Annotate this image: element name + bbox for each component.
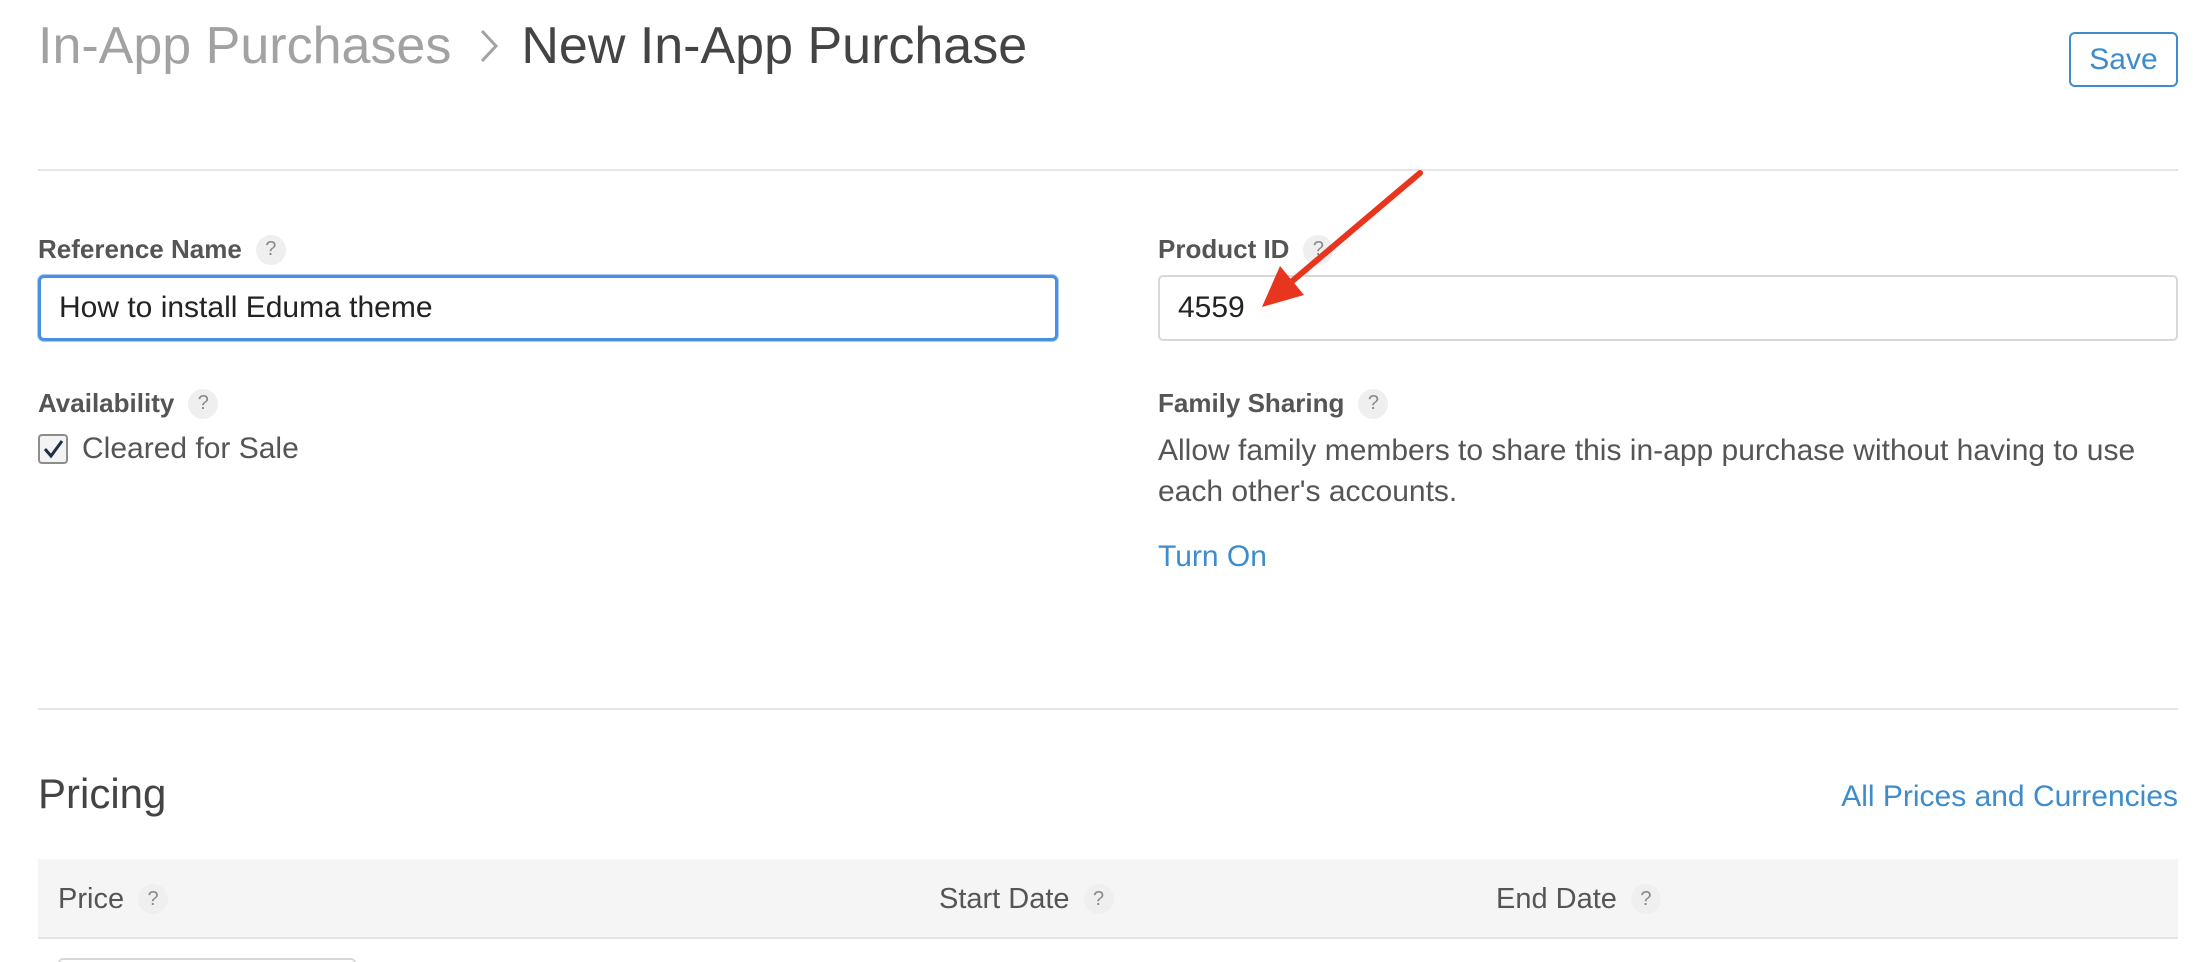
reference-name-help-icon[interactable]: ? (255, 234, 286, 265)
section-divider (38, 708, 2178, 710)
checkmark-icon (43, 440, 64, 459)
start-date-help-icon[interactable]: ? (1083, 884, 1114, 914)
page-title: New In-App Purchase (521, 17, 1028, 75)
price-column-header: Price ? (58, 859, 169, 939)
family-sharing-description: Allow family members to share this in-ap… (1158, 434, 2136, 508)
cleared-for-sale-option[interactable]: Cleared for Sale (38, 432, 299, 466)
availability-label-group: Availability ? (38, 388, 219, 419)
family-sharing-label-group: Family Sharing ? (1158, 388, 1389, 419)
chevron-right-icon (479, 29, 499, 63)
product-id-input[interactable] (1158, 275, 2178, 341)
availability-help-icon[interactable]: ? (188, 388, 219, 419)
end-date-column-header: End Date ? (1496, 859, 1661, 939)
product-id-label-group: Product ID ? (1158, 234, 1334, 265)
header-divider (38, 169, 2178, 171)
start-date-column-header: Start Date ? (939, 859, 1114, 939)
availability-label: Availability (38, 388, 175, 418)
product-id-help-icon[interactable]: ? (1303, 234, 1334, 265)
all-prices-and-currencies-link[interactable]: All Prices and Currencies (1841, 780, 2178, 814)
pricing-title: Pricing (38, 770, 167, 817)
start-date-column-label: Start Date (939, 882, 1070, 915)
price-column-label: Price (58, 882, 125, 915)
save-button[interactable]: Save (2069, 32, 2178, 87)
page: In-App Purchases New In-App Purchase Sav… (0, 0, 2212, 962)
end-date-column-label: End Date (1496, 882, 1617, 915)
cleared-for-sale-checkbox[interactable] (38, 434, 68, 464)
breadcrumb: In-App Purchases New In-App Purchase (38, 14, 1027, 78)
pricing-table-header: Price ? Start Date ? End Date ? (38, 859, 2178, 939)
cleared-for-sale-label: Cleared for Sale (82, 432, 299, 465)
family-sharing-help-icon[interactable]: ? (1358, 388, 1389, 419)
reference-name-label: Reference Name (38, 234, 242, 264)
breadcrumb-parent-link[interactable]: In-App Purchases (38, 14, 451, 78)
price-select-partial[interactable] (58, 958, 356, 962)
end-date-help-icon[interactable]: ? (1630, 884, 1661, 914)
reference-name-input[interactable] (38, 275, 1058, 341)
price-help-icon[interactable]: ? (138, 884, 169, 914)
reference-name-label-group: Reference Name ? (38, 234, 286, 265)
turn-on-family-sharing-link[interactable]: Turn On (1158, 540, 1267, 574)
product-id-label: Product ID (1158, 234, 1290, 264)
family-sharing-label: Family Sharing (1158, 388, 1345, 418)
